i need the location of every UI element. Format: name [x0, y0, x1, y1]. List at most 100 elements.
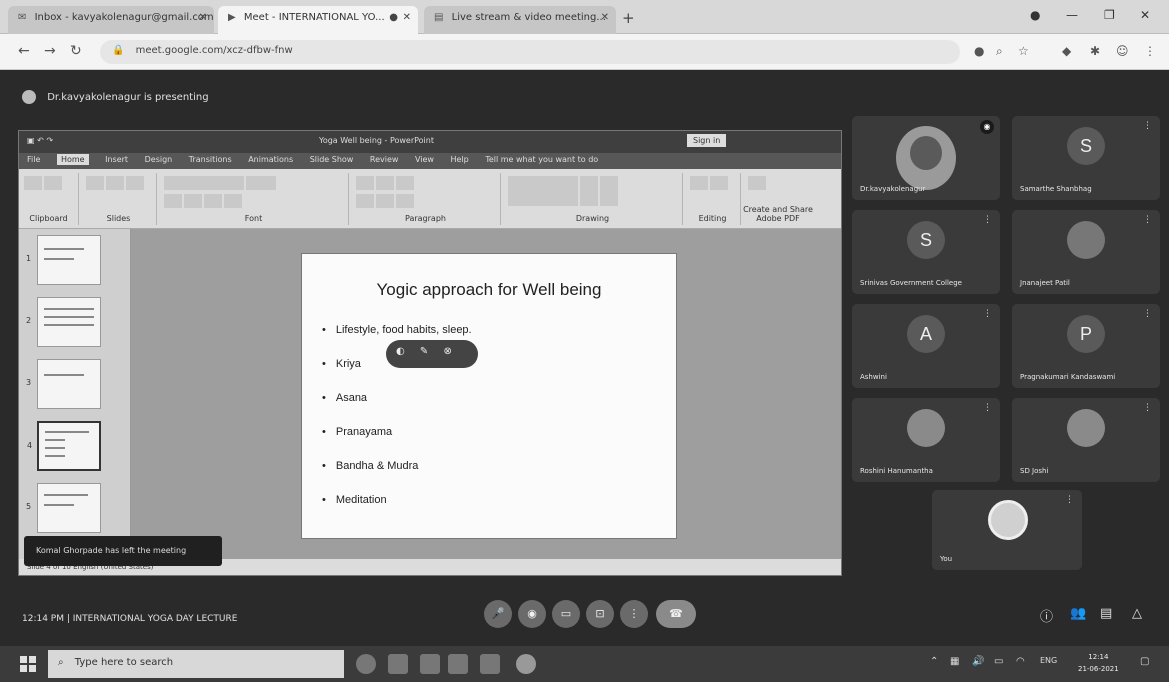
participant-tile[interactable]: ◉ Dr.kavyakolenagur — [852, 116, 1000, 200]
maximize-icon[interactable]: ❐ — [1104, 8, 1115, 22]
back-icon[interactable]: ← — [18, 43, 30, 59]
menu-help[interactable]: Help — [451, 155, 469, 164]
menu-review[interactable]: Review — [370, 155, 399, 164]
layout-icon[interactable] — [106, 176, 124, 190]
camera-icon[interactable]: ● — [974, 44, 984, 58]
info-icon[interactable]: ⓘ — [1040, 606, 1053, 625]
puzzle-icon[interactable]: ✱ — [1090, 44, 1100, 58]
forward-icon[interactable]: → — [44, 43, 56, 59]
file-explorer-icon[interactable] — [448, 654, 468, 674]
participant-tile[interactable]: P ⋮ Pragnakumari Kandaswami — [1012, 304, 1160, 388]
battery-icon[interactable]: ▭ — [994, 656, 1003, 667]
close-icon[interactable]: ✕ — [199, 12, 207, 23]
more-options-icon[interactable]: ⋮ — [1143, 403, 1152, 413]
extension-icon[interactable]: ◆ — [1062, 44, 1071, 58]
align-right-icon[interactable] — [396, 194, 414, 208]
menu-slideshow[interactable]: Slide Show — [310, 155, 354, 164]
chat-icon[interactable]: ▤ — [1100, 606, 1112, 621]
minimize-icon[interactable]: — — [1066, 8, 1078, 22]
font-size-select[interactable] — [246, 176, 276, 190]
signin-button[interactable]: Sign in — [687, 134, 727, 147]
language-indicator[interactable]: ENG — [1040, 656, 1057, 665]
slide-thumbnail[interactable]: 2 — [26, 297, 101, 347]
strike-icon[interactable] — [224, 194, 242, 208]
participant-tile[interactable]: ⋮ Roshini Hanumantha — [852, 398, 1000, 482]
tab-livestream[interactable]: ▤ Live stream & video meeting... ✕ — [424, 6, 616, 34]
close-icon[interactable]: ✕ — [601, 12, 609, 23]
bullets-icon[interactable] — [356, 176, 374, 190]
slide-thumbnail[interactable]: 1 — [26, 235, 101, 285]
font-select[interactable] — [164, 176, 244, 190]
mic-icon[interactable]: ◐ — [396, 346, 405, 357]
people-icon[interactable]: 👥 — [1070, 606, 1086, 621]
more-options-icon[interactable]: ⋮ — [983, 215, 992, 225]
self-view-tile[interactable]: ⋮ You — [932, 490, 1082, 570]
taskbar-search-input[interactable]: ⌕ Type here to search — [48, 650, 344, 678]
menu-home[interactable]: Home — [56, 154, 89, 165]
cut-icon[interactable] — [44, 176, 62, 190]
taskbar-clock[interactable]: 12:14 21-06-2021 — [1078, 651, 1119, 675]
present-button[interactable]: ⊡ — [586, 600, 614, 628]
participant-tile[interactable]: S ⋮ Srinivas Government College — [852, 210, 1000, 294]
participant-tile[interactable]: A ⋮ Ashwini — [852, 304, 1000, 388]
menu-insert[interactable]: Insert — [105, 155, 128, 164]
star-icon[interactable]: ☆ — [1018, 44, 1029, 58]
wifi-icon[interactable]: ◠ — [1016, 656, 1025, 667]
more-options-icon[interactable]: ⋮ — [1143, 215, 1152, 225]
participant-tile[interactable]: ⋮ Jnanajeet Patil — [1012, 210, 1160, 294]
menu-icon[interactable]: ⋮ — [1144, 44, 1156, 58]
underline-icon[interactable] — [204, 194, 222, 208]
edge-icon[interactable] — [420, 654, 440, 674]
close-icon[interactable]: ✕ — [403, 12, 411, 23]
presentation-float-control[interactable]: ◐ ✎ ⊗ — [386, 340, 478, 368]
notifications-icon[interactable]: ▢ — [1140, 656, 1149, 667]
menu-file[interactable]: File — [27, 155, 40, 164]
mic-button[interactable]: 🎤 — [484, 600, 512, 628]
captions-button[interactable]: ▭ — [552, 600, 580, 628]
bold-icon[interactable] — [164, 194, 182, 208]
align-center-icon[interactable] — [376, 194, 394, 208]
more-options-icon[interactable]: ⋮ — [1143, 121, 1152, 131]
profile-dot-icon[interactable]: ● — [1030, 8, 1040, 22]
adobe-pdf-icon[interactable] — [748, 176, 766, 190]
close-presentation-icon[interactable]: ⊗ — [444, 346, 452, 357]
network-icon[interactable]: ▦ — [950, 656, 959, 667]
chrome-icon[interactable] — [516, 654, 536, 674]
activities-icon[interactable]: △ — [1132, 606, 1142, 621]
menu-view[interactable]: View — [415, 155, 434, 164]
tab-gmail[interactable]: ✉ Inbox - kavyakolenagur@gmail.com ✕ — [8, 6, 214, 34]
tray-arrow-icon[interactable]: ⌃ — [930, 656, 938, 667]
new-tab-icon[interactable]: + — [622, 9, 635, 27]
menu-design[interactable]: Design — [145, 155, 173, 164]
task-view-icon[interactable] — [388, 654, 408, 674]
windows-start-icon[interactable] — [20, 656, 36, 672]
replace-icon[interactable] — [710, 176, 728, 190]
volume-icon[interactable]: 🔊 — [972, 656, 984, 667]
arrange-icon[interactable] — [580, 176, 598, 206]
url-field[interactable]: 🔒 meet.google.com/xcz-dfbw-fnw — [100, 40, 960, 64]
align-left-icon[interactable] — [356, 194, 374, 208]
indent-icon[interactable] — [396, 176, 414, 190]
more-options-icon[interactable]: ⋮ — [983, 309, 992, 319]
italic-icon[interactable] — [184, 194, 202, 208]
participant-tile[interactable]: ⋮ SD Joshi — [1012, 398, 1160, 482]
more-options-button[interactable]: ⋮ — [620, 600, 648, 628]
store-icon[interactable] — [480, 654, 500, 674]
section-icon[interactable] — [126, 176, 144, 190]
new-slide-icon[interactable] — [86, 176, 104, 190]
slide-thumbnail-selected[interactable]: 4 — [27, 421, 101, 471]
camera-button[interactable]: ◉ — [518, 600, 546, 628]
more-options-icon[interactable]: ⋮ — [1065, 495, 1074, 505]
more-options-icon[interactable]: ⋮ — [983, 403, 992, 413]
avatar-icon[interactable]: ☺ — [1116, 44, 1129, 58]
pen-icon[interactable]: ✎ — [420, 346, 428, 357]
paste-icon[interactable] — [24, 176, 42, 190]
find-icon[interactable] — [690, 176, 708, 190]
reload-icon[interactable]: ↻ — [70, 43, 82, 59]
participant-tile[interactable]: S ⋮ Samarthe Shanbhag — [1012, 116, 1160, 200]
tab-meet[interactable]: ▶ Meet - INTERNATIONAL YO... ● ✕ — [218, 6, 418, 34]
shapes-gallery[interactable] — [508, 176, 578, 206]
numbering-icon[interactable] — [376, 176, 394, 190]
quick-styles-icon[interactable] — [600, 176, 618, 206]
more-options-icon[interactable]: ⋮ — [1143, 309, 1152, 319]
